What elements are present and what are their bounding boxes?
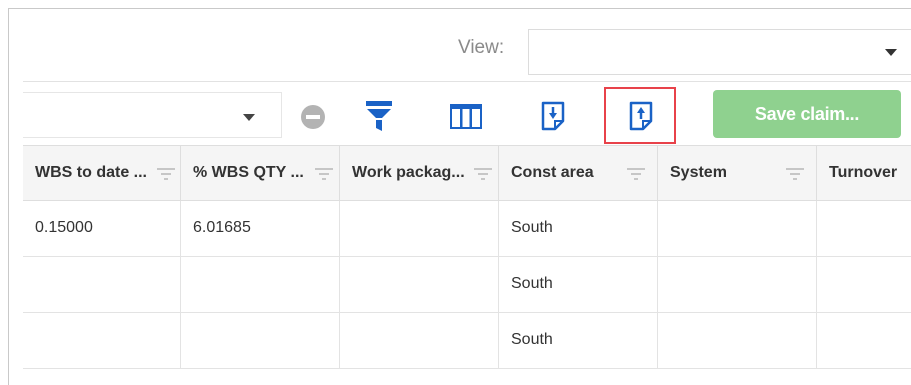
table-cell xyxy=(658,257,817,312)
chevron-down-icon xyxy=(885,49,897,56)
cell-text: South xyxy=(511,331,553,348)
view-label: View: xyxy=(458,37,505,58)
view-dropdown[interactable] xyxy=(528,29,911,75)
import-document-icon[interactable] xyxy=(629,101,653,131)
column-header-label: Const area xyxy=(511,164,594,181)
table-cell: South xyxy=(499,313,658,368)
table-row[interactable]: South xyxy=(23,257,911,313)
column-header-turnover[interactable]: Turnover xyxy=(817,146,911,200)
filter-lines-icon[interactable] xyxy=(627,168,645,180)
cell-text: South xyxy=(511,275,553,292)
column-header-work-package[interactable]: Work packag... xyxy=(340,146,499,200)
toolbar: Save claim... xyxy=(9,82,911,145)
view-bar: View: xyxy=(9,9,911,81)
table-cell xyxy=(817,257,911,312)
column-header-label: WBS to date ... xyxy=(35,164,147,181)
table-cell: 0.15000 xyxy=(23,201,181,256)
table-cell xyxy=(340,201,499,256)
table-cell xyxy=(658,313,817,368)
table-cell xyxy=(181,257,340,312)
export-document-icon[interactable] xyxy=(541,101,565,131)
table-row[interactable]: South xyxy=(23,313,911,369)
table-cell xyxy=(23,257,181,312)
table-cell xyxy=(817,201,911,256)
filter-lines-icon[interactable] xyxy=(315,168,333,180)
save-claim-button[interactable]: Save claim... xyxy=(713,90,901,138)
column-header-label: % WBS QTY ... xyxy=(193,164,304,181)
column-header-label: Work packag... xyxy=(352,164,465,181)
filter-lines-icon[interactable] xyxy=(474,168,492,180)
table-cell: 6.01685 xyxy=(181,201,340,256)
table-row[interactable]: 0.15000 6.01685 South xyxy=(23,201,911,257)
table-cell xyxy=(658,201,817,256)
table-cell xyxy=(181,313,340,368)
table-cell xyxy=(23,313,181,368)
columns-icon[interactable] xyxy=(450,104,482,129)
toolbar-dropdown[interactable] xyxy=(23,92,282,138)
filter-lines-icon[interactable] xyxy=(157,168,175,180)
table-cell: South xyxy=(499,201,658,256)
cell-text: South xyxy=(511,219,553,236)
table-cell xyxy=(817,313,911,368)
filter-lines-icon[interactable] xyxy=(786,168,804,180)
table-cell xyxy=(340,313,499,368)
column-header-const-area[interactable]: Const area xyxy=(499,146,658,200)
cell-text: 6.01685 xyxy=(193,219,251,236)
chevron-down-icon xyxy=(243,114,255,121)
column-header-wbs-qty[interactable]: % WBS QTY ... xyxy=(181,146,340,200)
filter-icon[interactable] xyxy=(366,101,392,131)
column-header-label: System xyxy=(670,164,727,181)
minus-circle-icon[interactable] xyxy=(301,105,325,129)
column-header-system[interactable]: System xyxy=(658,146,817,200)
column-header-wbs-to-date[interactable]: WBS to date ... xyxy=(23,146,181,200)
table-cell: South xyxy=(499,257,658,312)
column-header-label: Turnover xyxy=(829,164,898,181)
table-cell xyxy=(340,257,499,312)
cell-text: 0.15000 xyxy=(35,219,93,236)
grid-header: WBS to date ... % WBS QTY ... Work packa… xyxy=(23,145,911,201)
app-frame: View: Save claim... WBS to date ... % WB… xyxy=(8,8,911,385)
